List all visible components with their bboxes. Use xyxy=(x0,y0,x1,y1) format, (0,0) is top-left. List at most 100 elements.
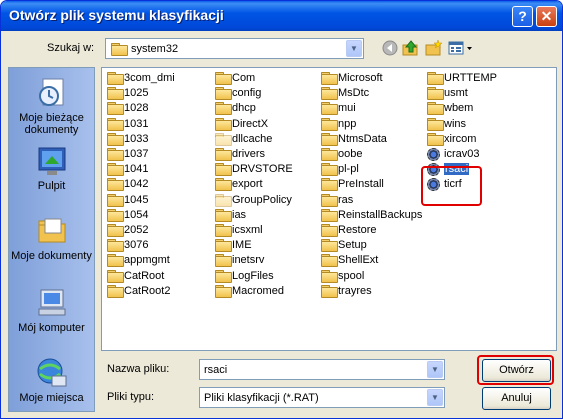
folder-icon xyxy=(215,148,232,161)
look-in-label: Szukaj w: xyxy=(47,42,95,54)
place-my-documents[interactable]: Moje dokumenty xyxy=(9,214,94,262)
places-bar: Moje bieżące dokumenty Pulpit Moje dokum… xyxy=(8,67,95,412)
item-label: MsDtc xyxy=(338,87,370,100)
item-label: LogFiles xyxy=(232,269,274,282)
item-label: 3com_dmi xyxy=(124,72,175,84)
folder-icon xyxy=(215,224,232,237)
network-places-icon xyxy=(35,356,69,390)
folder-icon xyxy=(107,284,124,298)
folder-icon xyxy=(107,178,124,192)
folder-icon xyxy=(107,163,124,177)
chevron-down-icon[interactable]: ▼ xyxy=(346,40,362,57)
item-label: usmt xyxy=(444,87,468,100)
folder-icon xyxy=(107,239,124,253)
item-label: DirectX xyxy=(232,117,269,130)
folder-icon xyxy=(215,284,232,298)
chevron-down-icon[interactable]: ▼ xyxy=(427,389,443,406)
folder-icon xyxy=(215,269,232,283)
item-label: 1025 xyxy=(124,87,149,100)
highlight-box-open xyxy=(477,355,554,385)
item-label: wins xyxy=(444,117,467,130)
close-button[interactable]: ✕ xyxy=(536,6,557,27)
filename-input[interactable]: rsaci ▼ xyxy=(199,359,445,380)
filetype-value: Pliki klasyfikacji (*.RAT) xyxy=(204,392,319,404)
item-label: 1033 xyxy=(124,132,149,145)
recent-documents-icon xyxy=(35,76,69,110)
item-label: spool xyxy=(338,269,365,282)
views-menu-icon[interactable] xyxy=(448,39,474,57)
my-documents-icon xyxy=(35,214,69,248)
item-label: ShellExt xyxy=(338,254,379,267)
place-my-computer[interactable]: Mój komputer xyxy=(9,286,94,334)
up-folder-icon[interactable] xyxy=(402,39,420,57)
place-label: Moje dokumenty xyxy=(11,250,92,262)
dialog-title: Otwórz plik systemu klasyfikacji xyxy=(9,7,224,23)
item-label: GroupPolicy xyxy=(232,193,292,206)
place-recent-documents[interactable]: Moje bieżące dokumenty xyxy=(9,76,94,136)
folder-icon xyxy=(321,269,338,283)
place-label: Moje miejsca xyxy=(19,392,84,404)
item-label: Restore xyxy=(338,224,377,236)
folder-icon xyxy=(111,43,128,56)
folder-icon xyxy=(107,269,124,283)
folder-icon xyxy=(321,102,338,116)
help-button[interactable]: ? xyxy=(512,6,533,27)
item-label: DRVSTORE xyxy=(232,163,293,176)
folder-icon xyxy=(107,72,124,85)
folder-icon xyxy=(321,148,338,161)
folder-icon xyxy=(427,132,444,146)
rating-file-icon xyxy=(427,148,443,161)
item-label: Setup xyxy=(338,239,367,252)
item-label: export xyxy=(232,178,263,191)
folder-icon xyxy=(107,224,124,237)
my-computer-icon xyxy=(35,286,69,320)
back-icon[interactable] xyxy=(381,39,399,57)
item-label: dhcp xyxy=(232,102,256,115)
folder-icon xyxy=(215,163,232,177)
folder-icon xyxy=(427,87,444,101)
folder-icon xyxy=(107,87,124,101)
folder-icon xyxy=(215,208,232,222)
item-label: 1031 xyxy=(124,117,149,130)
look-in-dropdown[interactable]: system32 ▼ xyxy=(105,38,364,59)
item-label: NtmsData xyxy=(338,132,387,145)
item-label: npp xyxy=(338,117,357,130)
folder-icon xyxy=(321,239,338,253)
folder-icon xyxy=(215,87,232,101)
item-label: inetsrv xyxy=(232,254,265,267)
item-label: 3076 xyxy=(124,239,149,252)
item-label: URTTEMP xyxy=(444,72,497,84)
folder-icon xyxy=(107,193,124,207)
folder-icon xyxy=(107,208,124,222)
item-label: 1054 xyxy=(124,208,149,221)
cancel-button[interactable]: Anuluj xyxy=(482,387,551,410)
item-label: IME xyxy=(232,239,252,252)
folder-icon xyxy=(427,72,444,85)
item-label: 1041 xyxy=(124,163,149,176)
new-folder-icon[interactable] xyxy=(425,39,443,57)
item-label: drivers xyxy=(232,148,266,160)
item-label: wbem xyxy=(444,102,474,115)
folder-icon xyxy=(321,163,338,177)
folder-icon xyxy=(427,117,444,131)
item-label: dllcache xyxy=(232,132,273,145)
item-label: 1028 xyxy=(124,102,149,115)
desktop-icon xyxy=(35,144,69,178)
item-label: xircom xyxy=(444,132,477,145)
chevron-down-icon[interactable]: ▼ xyxy=(427,361,443,378)
folder-icon xyxy=(107,132,124,146)
item-label: trayres xyxy=(338,284,372,297)
place-desktop[interactable]: Pulpit xyxy=(9,144,94,192)
file-list[interactable]: 3com_dmi 1025 1028 1031 1033 1037 1041 1042 1045… xyxy=(101,67,557,351)
folder-icon xyxy=(215,239,232,253)
folder-icon xyxy=(215,132,232,146)
look-in-value: system32 xyxy=(131,43,179,55)
place-label: Moje bieżące dokumenty xyxy=(19,112,84,136)
filetype-select[interactable]: Pliki klasyfikacji (*.RAT) ▼ xyxy=(199,387,445,408)
highlight-box-rsaci xyxy=(421,166,482,206)
item-label: 1045 xyxy=(124,193,149,206)
place-network[interactable]: Moje miejsca xyxy=(9,356,94,404)
folder-icon xyxy=(321,87,338,101)
folder-icon xyxy=(215,72,232,85)
item-label: icsxml xyxy=(232,224,263,236)
